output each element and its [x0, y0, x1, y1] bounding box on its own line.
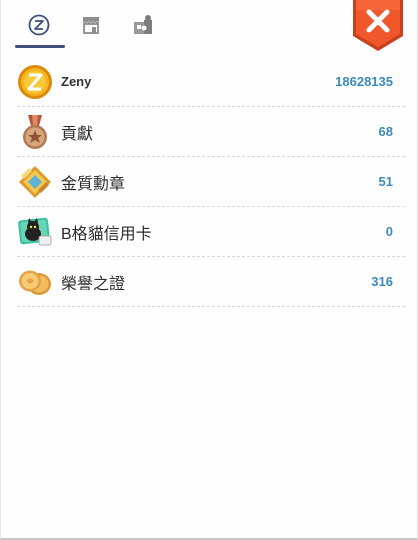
contribution-medal-icon: [17, 114, 53, 150]
currency-name: Zeny: [61, 74, 92, 89]
gold-medal-icon: [17, 164, 53, 200]
currency-value: 18628135: [335, 74, 393, 89]
shop-icon: [82, 17, 100, 34]
currency-name: 榮譽之證: [61, 275, 126, 293]
cat-credit-card-icon: [17, 214, 53, 250]
tab-puzzle[interactable]: [117, 8, 169, 46]
currency-row-cat-card: B格貓信用卡 0: [17, 207, 405, 257]
currency-row-honor: 榮譽之證 316: [17, 257, 405, 307]
close-icon: [353, 0, 403, 51]
zeny-coin-icon: [17, 64, 53, 100]
currency-name: B格貓信用卡: [61, 225, 152, 243]
currency-row-zeny: Zeny 18628135: [17, 57, 405, 107]
tab-bar: [13, 8, 169, 48]
currency-value: 68: [378, 124, 393, 139]
currency-row-gold-medal: 金質勳章 51: [17, 157, 405, 207]
currency-value: 51: [378, 174, 393, 189]
tab-shop[interactable]: [65, 8, 117, 46]
currency-value: 316: [371, 274, 393, 289]
currency-name: 貢獻: [61, 125, 94, 143]
puzzle-icon: [134, 15, 152, 34]
currency-name: 金質勳章: [61, 175, 126, 193]
close-button[interactable]: [351, 0, 405, 52]
currency-row-contribution: 貢獻 68: [17, 107, 405, 157]
currency-list: Zeny 18628135 貢獻 68 金質勳章 51 B格貓信用卡 0 榮譽之…: [17, 57, 405, 307]
honor-coins-icon: [17, 264, 53, 300]
zeny-circle-icon: [28, 14, 50, 36]
tab-zeny[interactable]: [13, 8, 65, 48]
currency-panel: Zeny 18628135 貢獻 68 金質勳章 51 B格貓信用卡 0 榮譽之…: [0, 0, 418, 540]
currency-value: 0: [385, 224, 393, 239]
